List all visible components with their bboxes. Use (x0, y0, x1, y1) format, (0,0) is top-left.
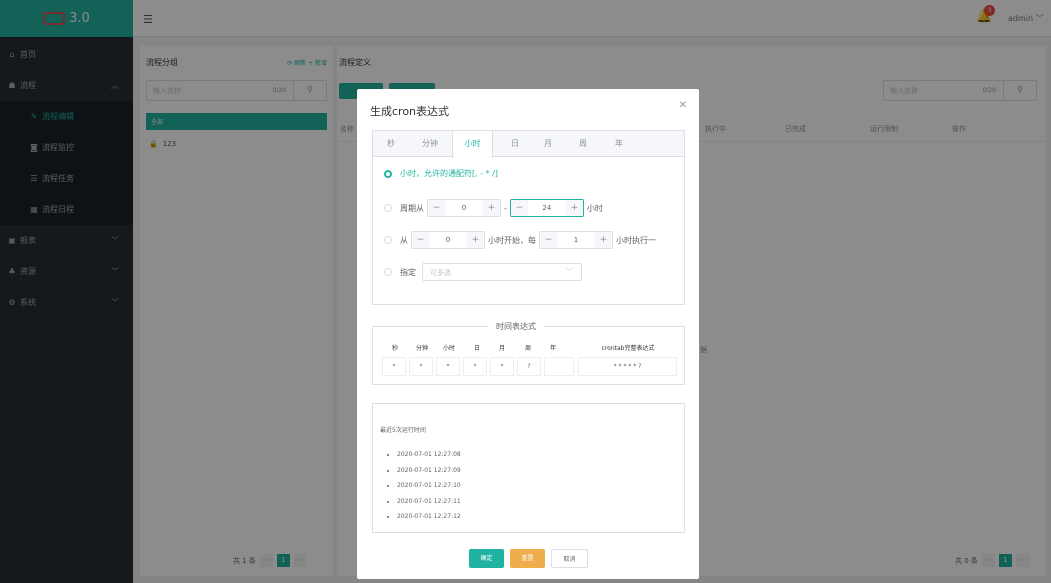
tab-bar: 秒 分钟 小时 日 月 周 年 (373, 131, 684, 158)
expr-header: 年 (549, 345, 556, 352)
expr-header: 日 (473, 345, 480, 352)
expr-full-cell: * * * * * ? (578, 357, 677, 376)
tab-second[interactable]: 秒 (379, 131, 403, 157)
option-label: 从 (400, 235, 408, 245)
plus-button[interactable]: + (595, 232, 612, 248)
expression-legend: 时间表达式 (488, 321, 544, 332)
cron-dialog: 生成cron表达式 ✕ 秒 分钟 小时 日 月 周 年 小时，允许的通配符[, … (357, 89, 699, 579)
app-root: 3.0 ⌂ 首页 ☗ 流程 ︿ ✎ 流程编辑 ◙ 流程监控 ☰ 流程任务 ▦ 流程日程 ▣ 报表… (0, 0, 1051, 583)
option-suffix: 小时 (586, 203, 603, 213)
cancel-button[interactable]: 取消 (551, 549, 588, 568)
expr-cell: * (463, 357, 487, 376)
expr-cell: * (490, 357, 514, 376)
expr-cell: ? (517, 357, 541, 376)
minus-button[interactable]: − (428, 200, 445, 216)
option-label: 周期从 (400, 203, 424, 213)
tab-hour[interactable]: 小时 (452, 131, 493, 158)
expr-cell: * (409, 357, 433, 376)
stepper-value[interactable]: 24 (528, 200, 566, 216)
next-run-times-box: 最近5次运行时间 2020-07-01 12:27:08 2020-07-01 … (372, 403, 685, 533)
minus-button[interactable]: − (540, 232, 557, 248)
expr-header: 月 (498, 345, 505, 352)
plus-button[interactable]: + (565, 200, 583, 216)
tab-day[interactable]: 日 (503, 131, 527, 157)
specify-select[interactable]: 可多选 ﹀ (422, 263, 582, 281)
tab-year[interactable]: 年 (607, 131, 631, 157)
run-time-item: 2020-07-01 12:27:08 (397, 447, 461, 463)
expression-box: 时间表达式 秒 分钟 小时 日 月 周 年 crontab完整表达式 * * *… (372, 321, 685, 385)
run-time-item: 2020-07-01 12:27:09 (397, 463, 461, 479)
next-run-list: 2020-07-01 12:27:08 2020-07-01 12:27:09 … (397, 447, 461, 525)
option-specify[interactable]: 指定 可多选 ﹀ (384, 263, 582, 281)
option-interval[interactable]: 从 −0 + 小时开始，每 −1 + 小时执行一 (384, 231, 656, 249)
close-icon[interactable]: ✕ (679, 100, 687, 111)
option-label: 小时，允许的通配符[, - * /] (400, 169, 498, 178)
expr-header: crontab完整表达式 (601, 345, 655, 352)
tab-week[interactable]: 周 (571, 131, 595, 157)
option-label: 指定 (400, 267, 416, 277)
cycle-from-stepper[interactable]: −0 + (427, 199, 501, 217)
option-cycle[interactable]: 周期从 −0 + - −24 + 小时 (384, 199, 603, 217)
option-suffix: 小时执行一 (616, 235, 656, 245)
run-time-item: 2020-07-01 12:27:12 (397, 509, 461, 525)
tab-minute[interactable]: 分钟 (413, 131, 447, 157)
radio[interactable] (384, 268, 392, 276)
expr-header: 秒 (391, 345, 398, 352)
stepper-value[interactable]: 0 (429, 232, 467, 248)
select-placeholder: 可多选 (430, 269, 451, 277)
expr-cell: * (436, 357, 460, 376)
expr-cell: * (382, 357, 406, 376)
next-run-title: 最近5次运行时间 (380, 427, 426, 434)
stepper-value[interactable]: 1 (557, 232, 595, 248)
run-time-item: 2020-07-01 12:27:10 (397, 478, 461, 494)
minus-button[interactable]: − (412, 232, 429, 248)
expr-cell (544, 357, 574, 376)
stepper-value[interactable]: 0 (445, 200, 483, 216)
expr-header: 小时 (442, 345, 455, 352)
cycle-to-stepper[interactable]: −24 + (509, 199, 584, 217)
plus-button[interactable]: + (467, 232, 484, 248)
option-mid-label: 小时开始，每 (488, 235, 536, 245)
plus-button[interactable]: + (483, 200, 500, 216)
interval-start-stepper[interactable]: −0 + (411, 231, 485, 249)
run-time-item: 2020-07-01 12:27:11 (397, 494, 461, 510)
dialog-title: 生成cron表达式 (370, 105, 450, 118)
radio[interactable] (384, 236, 392, 244)
chevron-down-icon: ﹀ (566, 268, 573, 276)
reset-button[interactable]: 重置 (510, 549, 545, 568)
radio-checked[interactable] (384, 169, 392, 178)
tab-month[interactable]: 月 (536, 131, 560, 157)
expr-header: 分钟 (415, 345, 428, 352)
range-dash: - (504, 203, 507, 213)
option-every-hour[interactable]: 小时，允许的通配符[, - * /] (384, 168, 498, 179)
interval-step-stepper[interactable]: −1 + (539, 231, 613, 249)
minus-button[interactable]: − (510, 200, 528, 216)
confirm-button[interactable]: 确定 (469, 549, 504, 568)
expr-header: 周 (524, 345, 531, 352)
radio[interactable] (384, 204, 392, 212)
cron-tabs: 秒 分钟 小时 日 月 周 年 小时，允许的通配符[, - * /] 周期从 −… (372, 130, 685, 305)
